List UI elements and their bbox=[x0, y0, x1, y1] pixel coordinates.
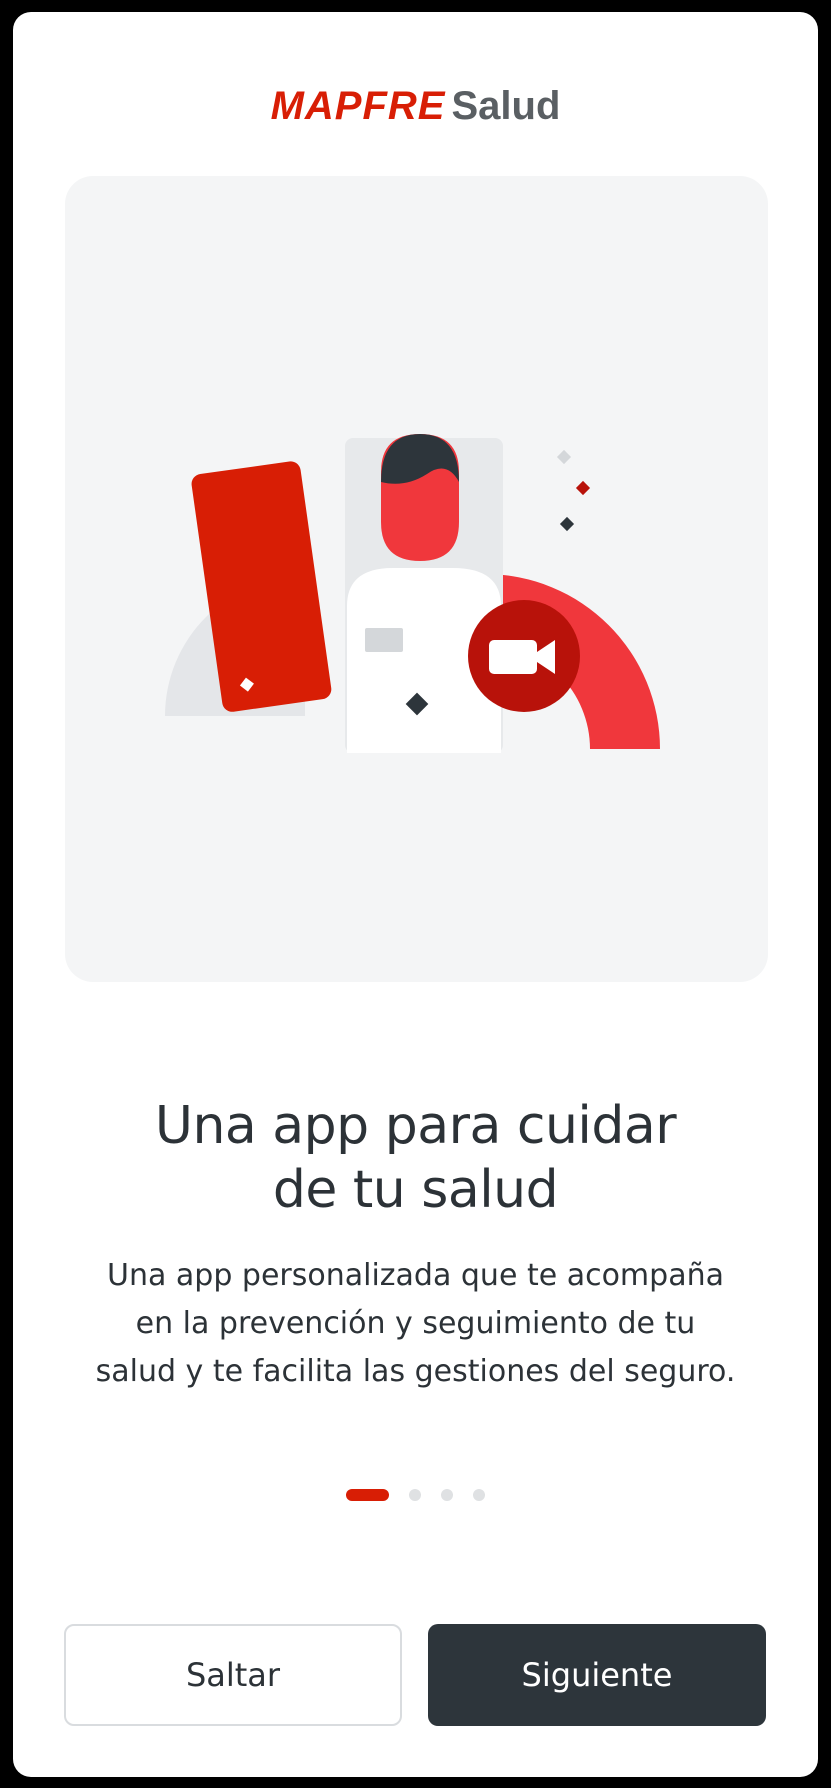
title-line-2: de tu salud bbox=[272, 1160, 559, 1220]
sparkle-shape bbox=[575, 480, 591, 496]
onboarding-description: Una app personalizada que te acompaña en… bbox=[53, 1252, 778, 1396]
page-dot-3[interactable] bbox=[441, 1489, 453, 1501]
description-line-1: Una app personalizada que te acompaña bbox=[107, 1258, 724, 1293]
title-line-1: Una app para cuidar bbox=[154, 1096, 677, 1156]
page-indicator bbox=[13, 1489, 818, 1501]
onboarding-screen: MAPFRE Salud Una app para cuidar de tu s… bbox=[13, 12, 818, 1777]
page-dot-1-active[interactable] bbox=[346, 1489, 389, 1501]
sparkle-shape bbox=[559, 516, 575, 532]
page-dot-2[interactable] bbox=[409, 1489, 421, 1501]
description-line-2: en la prevención y seguimiento de tu bbox=[135, 1306, 696, 1341]
brand-product: Salud bbox=[451, 84, 561, 128]
brand-name: MAPFRE bbox=[270, 84, 446, 128]
brand-logo: MAPFRE Salud bbox=[13, 84, 818, 129]
next-button[interactable]: Siguiente bbox=[428, 1624, 766, 1726]
onboarding-title: Una app para cuidar de tu salud bbox=[13, 1094, 818, 1222]
page-dot-4[interactable] bbox=[473, 1489, 485, 1501]
skip-button[interactable]: Saltar bbox=[64, 1624, 402, 1726]
description-line-3: salud y te facilita las gestiones del se… bbox=[95, 1354, 736, 1389]
illustration-card bbox=[65, 176, 768, 982]
sparkle-shape bbox=[556, 449, 572, 465]
video-consultation-illustration bbox=[165, 434, 660, 753]
